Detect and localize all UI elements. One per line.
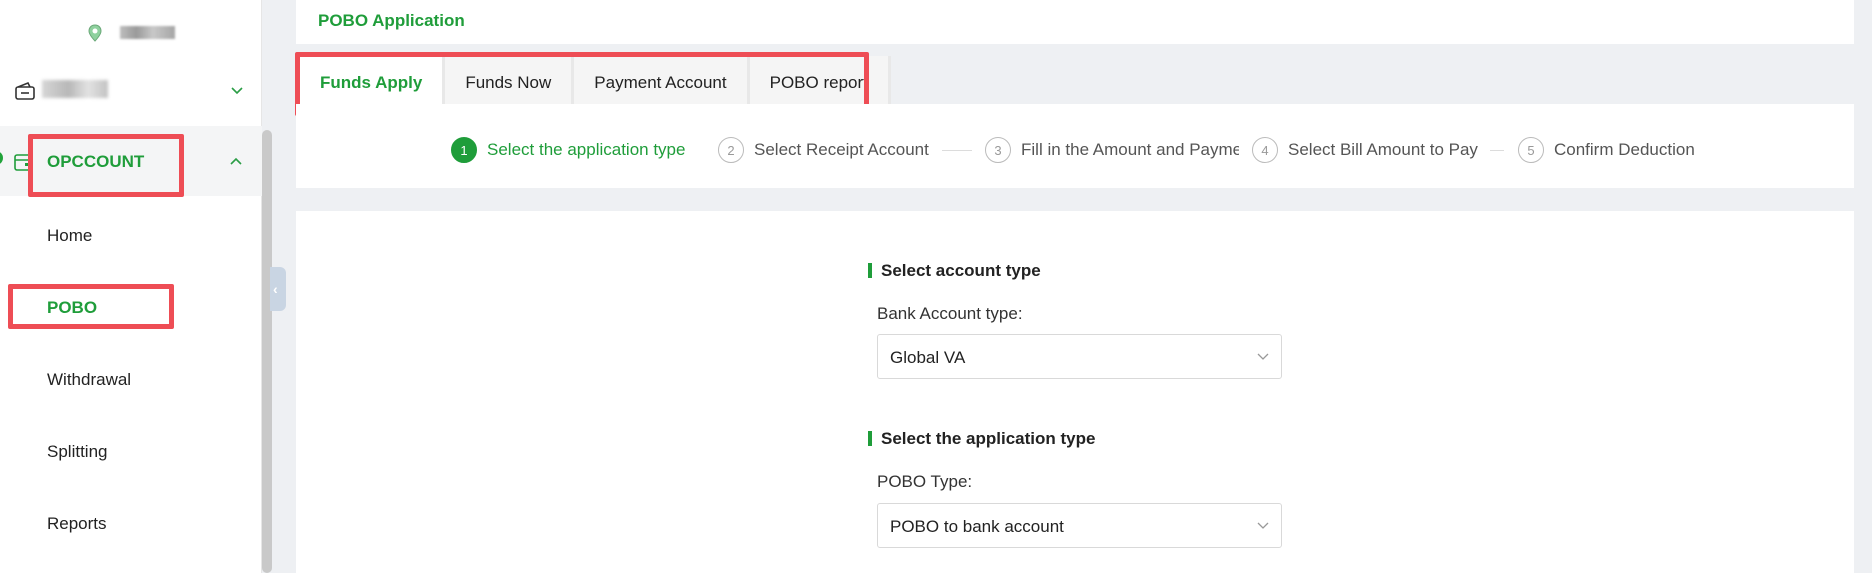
step-2: 2 Select Receipt Account <box>718 137 929 163</box>
step-number: 4 <box>1252 137 1278 163</box>
step-5: 5 Confirm Deduction <box>1518 137 1695 163</box>
section-title-application-type: Select the application type <box>868 429 1095 449</box>
step-number: 5 <box>1518 137 1544 163</box>
account-switcher[interactable] <box>0 68 262 112</box>
step-label: Select Bill Amount to Pay <box>1288 140 1478 159</box>
chevron-down-icon <box>1257 353 1269 360</box>
highlight-box-pobo <box>8 284 174 329</box>
page-header: POBO Application <box>296 0 1854 44</box>
chevron-left-icon: ‹ <box>273 281 278 297</box>
step-number: 1 <box>451 137 477 163</box>
sidebar-item-reports[interactable]: Reports <box>47 514 107 534</box>
step-connector <box>942 150 972 151</box>
blurred-username <box>120 26 175 39</box>
sidebar-collapse-button[interactable]: ‹ <box>270 267 286 311</box>
step-label: Confirm Deduction <box>1554 140 1695 159</box>
pobo-type-select[interactable]: POBO to bank account <box>877 503 1282 548</box>
blurred-account-name <box>42 80 108 98</box>
select-value: Global VA <box>890 348 966 367</box>
sidebar-item-splitting[interactable]: Splitting <box>47 442 107 462</box>
step-label: Select the application type <box>487 140 686 159</box>
step-3: 3 Fill in the Amount and Payment <box>985 137 1239 163</box>
pobo-type-label: POBO Type: <box>877 472 973 491</box>
select-value: POBO to bank account <box>890 517 1064 536</box>
chevron-down-icon <box>1257 522 1269 529</box>
bank-account-type-select[interactable]: Global VA <box>877 334 1282 379</box>
step-1: 1 Select the application type <box>451 137 685 163</box>
section-title-account-type: Select account type <box>868 261 1041 281</box>
chevron-down-icon <box>231 87 243 95</box>
step-4: 4 Select Bill Amount to Pay <box>1252 137 1478 163</box>
step-label: Fill in the Amount and Payment <box>1021 140 1239 159</box>
location-pin-icon <box>88 24 102 42</box>
sidebar-item-home[interactable]: Home <box>47 226 92 246</box>
highlight-box-opccount <box>28 134 184 197</box>
page-title: POBO Application <box>318 11 465 30</box>
sidebar-item-withdrawal[interactable]: Withdrawal <box>47 370 131 390</box>
step-connector <box>1490 150 1504 151</box>
step-label: Select Receipt Account <box>754 140 929 159</box>
bank-account-type-label: Bank Account type: <box>877 304 1023 323</box>
sidebar: OPCCOUNT Home POBO Withdrawal Splitting … <box>0 0 262 573</box>
chevron-up-icon[interactable] <box>229 154 243 168</box>
user-area <box>0 0 262 62</box>
step-number: 3 <box>985 137 1011 163</box>
wallet-icon <box>15 81 35 100</box>
sidebar-scrollbar[interactable] <box>262 130 272 573</box>
step-number: 2 <box>718 137 744 163</box>
